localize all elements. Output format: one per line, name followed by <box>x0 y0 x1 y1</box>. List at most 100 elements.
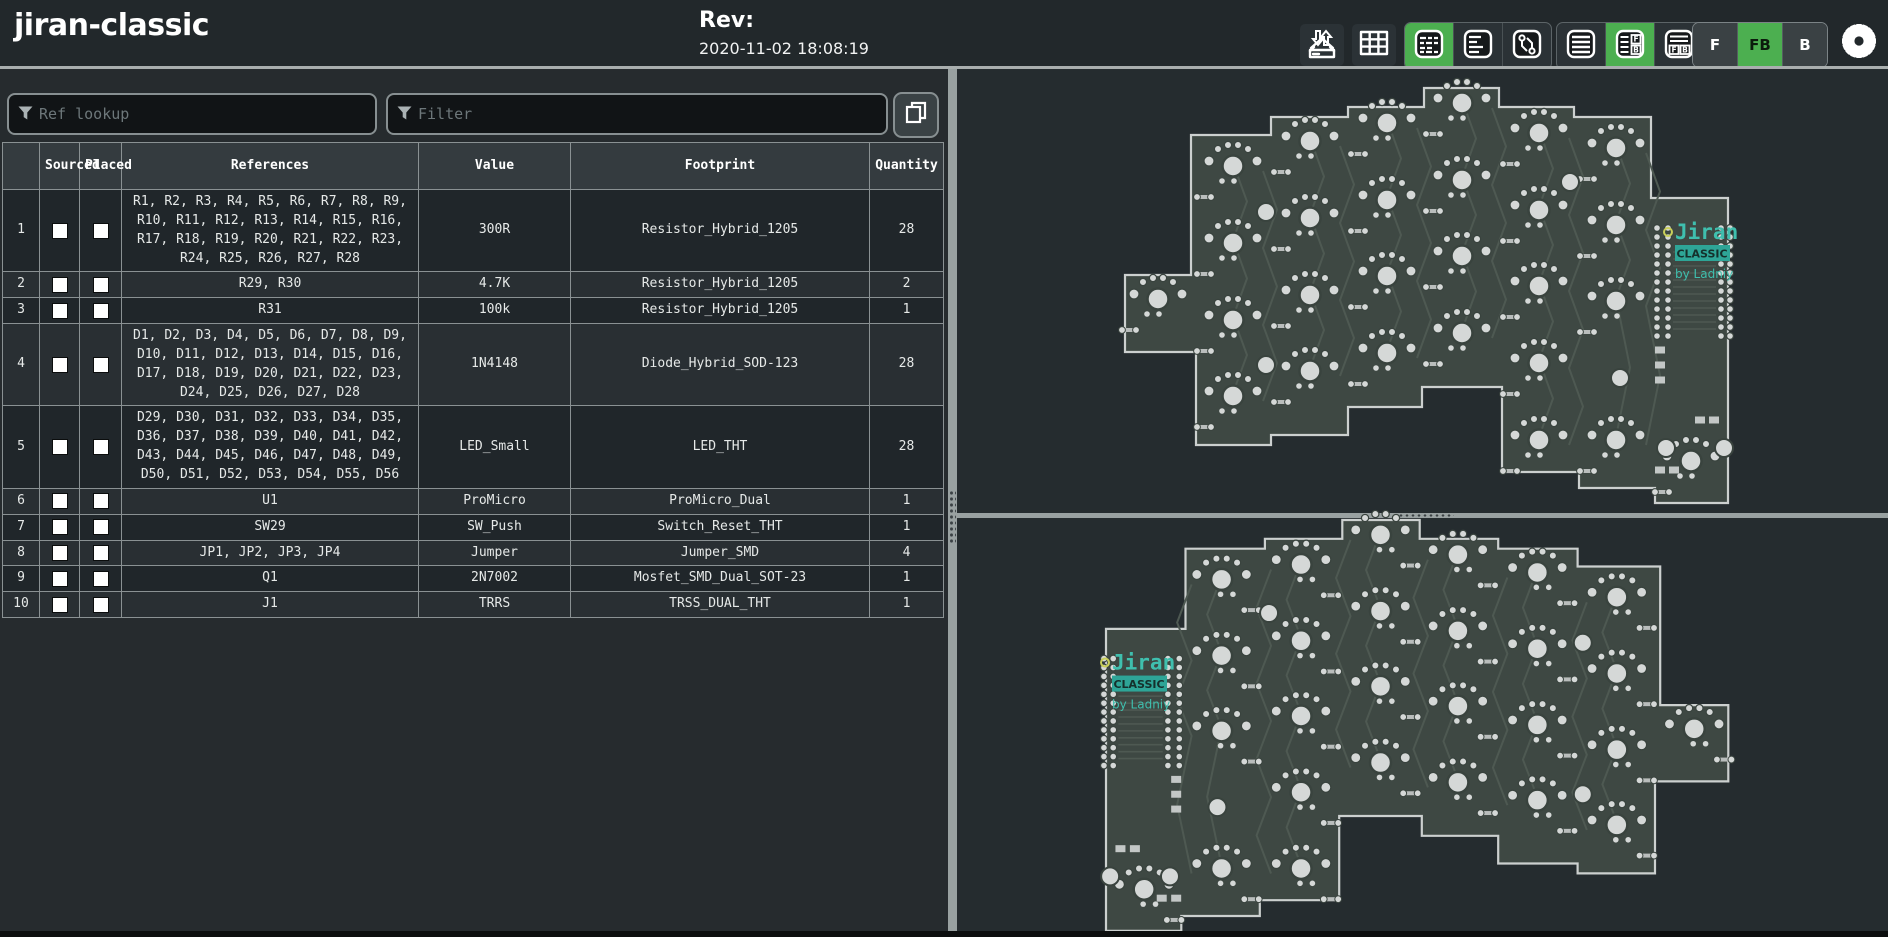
bom-row[interactable]: 10 J1 TRRS TRSS_DUAL_THT 1 <box>2 591 944 619</box>
column-header-Value[interactable]: Value <box>418 142 571 190</box>
sourced-checkbox[interactable] <box>51 439 68 456</box>
references-cell: J1 <box>121 591 419 619</box>
sourced-checkbox[interactable] <box>51 222 68 239</box>
placed-checkbox[interactable] <box>92 356 109 373</box>
sourced-checkbox[interactable] <box>51 596 68 613</box>
sourced-cell <box>39 565 80 593</box>
split-left-right-button[interactable]: F B <box>1606 23 1655 69</box>
front-layer-button[interactable]: F <box>1693 23 1738 67</box>
back-layer-button[interactable]: B <box>1783 23 1827 67</box>
sourced-cell <box>39 405 80 489</box>
sourced-checkbox[interactable] <box>51 493 68 510</box>
bom-row[interactable]: 7 SW29 SW_Push Switch_Reset_THT 1 <box>2 513 944 541</box>
footprint-cell: Resistor_Hybrid_1205 <box>570 188 870 273</box>
placed-cell <box>79 565 122 593</box>
bom-row[interactable]: 2 R29, R30 4.7K Resistor_Hybrid_1205 2 <box>2 271 944 299</box>
bom-row[interactable]: 9 Q1 2N7002 Mosfet_SMD_Dual_SOT-23 1 <box>2 565 944 593</box>
placed-checkbox[interactable] <box>92 439 109 456</box>
column-header-References[interactable]: References <box>121 142 419 190</box>
bom-only-layout-icon <box>1565 28 1597 64</box>
sourced-cell <box>39 487 80 515</box>
quantity-cell: 1 <box>869 591 944 619</box>
quantity-cell: 28 <box>869 323 944 407</box>
bom-grouped-icon <box>1413 28 1445 64</box>
column-header-Placed[interactable]: Placed <box>79 142 132 190</box>
placed-checkbox[interactable] <box>92 276 109 293</box>
ref-lookup-field <box>7 93 377 135</box>
column-header-Quantity[interactable]: Quantity <box>869 142 944 190</box>
placed-checkbox[interactable] <box>92 570 109 587</box>
svg-text:F: F <box>1633 35 1638 44</box>
column-header-Sourced[interactable]: Sourced <box>39 142 100 190</box>
page-title: jiran-classic <box>14 8 210 43</box>
vertical-splitter[interactable] <box>948 69 957 931</box>
revision-date: 2020-11-02 18:08:19 <box>699 39 869 58</box>
quantity-cell: 1 <box>869 565 944 593</box>
pcb-logo-byline: by Ladniy <box>1675 267 1733 281</box>
sourced-checkbox[interactable] <box>51 356 68 373</box>
bom-row[interactable]: 5 D29, D30, D31, D32, D33, D34, D35, D36,… <box>2 405 944 489</box>
footprint-cell: ProMicro_Dual <box>570 487 870 515</box>
svg-text:B: B <box>1633 45 1639 54</box>
sourced-cell <box>39 323 80 407</box>
bom-row[interactable]: 3 R31 100k Resistor_Hybrid_1205 1 <box>2 297 944 325</box>
front-back-layer-button[interactable]: FB <box>1738 23 1783 67</box>
value-cell: 300R <box>418 188 571 273</box>
placed-cell <box>79 297 122 325</box>
footprint-cell: LED_THT <box>570 405 870 489</box>
vertical-splitter-handle[interactable] <box>949 490 956 545</box>
sourced-cell <box>39 591 80 619</box>
settings-button[interactable] <box>1834 18 1884 68</box>
filter-funnel-icon <box>18 105 33 124</box>
layout-group: F B F B <box>1556 22 1704 70</box>
filter-input[interactable] <box>412 105 886 123</box>
bom-grouped-button[interactable] <box>1405 23 1454 69</box>
ref-lookup-input[interactable] <box>33 105 375 123</box>
footprint-cell: Resistor_Hybrid_1205 <box>570 271 870 299</box>
value-cell: ProMicro <box>418 487 571 515</box>
placed-cell <box>79 539 122 567</box>
stats-table-icon <box>1358 27 1390 63</box>
placed-cell <box>79 271 122 299</box>
placed-checkbox[interactable] <box>92 596 109 613</box>
row-number: 10 <box>2 591 40 619</box>
quantity-cell: 2 <box>869 271 944 299</box>
references-cell: D29, D30, D31, D32, D33, D34, D35, D36, … <box>121 405 419 489</box>
sourced-checkbox[interactable] <box>51 570 68 587</box>
placed-cell <box>79 188 122 273</box>
bom-only-layout-button[interactable] <box>1557 23 1606 69</box>
placed-checkbox[interactable] <box>92 222 109 239</box>
sourced-cell <box>39 297 80 325</box>
bom-ungrouped-icon <box>1462 28 1494 64</box>
split-top-bottom-layout-icon: F B <box>1663 28 1695 64</box>
bom-netlist-button[interactable] <box>1503 23 1551 69</box>
sourced-checkbox[interactable] <box>51 302 68 319</box>
sourced-checkbox[interactable] <box>51 276 68 293</box>
bom-row[interactable]: 8 JP1, JP2, JP3, JP4 Jumper Jumper_SMD 4 <box>2 539 944 567</box>
placed-checkbox[interactable] <box>92 302 109 319</box>
import-export-button[interactable] <box>1300 24 1344 66</box>
column-header-Footprint[interactable]: Footprint <box>570 142 870 190</box>
bom-row[interactable]: 4 D1, D2, D3, D4, D5, D6, D7, D8, D9, D10… <box>2 323 944 407</box>
sourced-checkbox[interactable] <box>51 519 68 536</box>
placed-checkbox[interactable] <box>92 519 109 536</box>
placed-checkbox[interactable] <box>92 544 109 561</box>
bom-row[interactable]: 6 U1 ProMicro ProMicro_Dual 1 <box>2 487 944 515</box>
stats-button[interactable] <box>1352 24 1396 66</box>
row-number: 7 <box>2 513 40 541</box>
bom-row[interactable]: 1 R1, R2, R3, R4, R5, R6, R7, R8, R9, R10… <box>2 188 944 273</box>
sourced-checkbox[interactable] <box>51 544 68 561</box>
references-cell: R29, R30 <box>121 271 419 299</box>
bom-ungrouped-button[interactable] <box>1454 23 1503 69</box>
svg-text:F: F <box>1671 45 1676 54</box>
references-cell: U1 <box>121 487 419 515</box>
filter-funnel-icon <box>397 105 412 124</box>
placed-cell <box>79 405 122 489</box>
header-bar: jiran-classic Rev: 2020-11-02 18:08:19 F… <box>0 0 1888 70</box>
placed-cell <box>79 591 122 619</box>
footprint-cell: Resistor_Hybrid_1205 <box>570 297 870 325</box>
placed-checkbox[interactable] <box>92 493 109 510</box>
sourced-cell <box>39 188 80 273</box>
bom-view-group <box>1404 22 1552 70</box>
copy-table-button[interactable] <box>893 92 939 138</box>
